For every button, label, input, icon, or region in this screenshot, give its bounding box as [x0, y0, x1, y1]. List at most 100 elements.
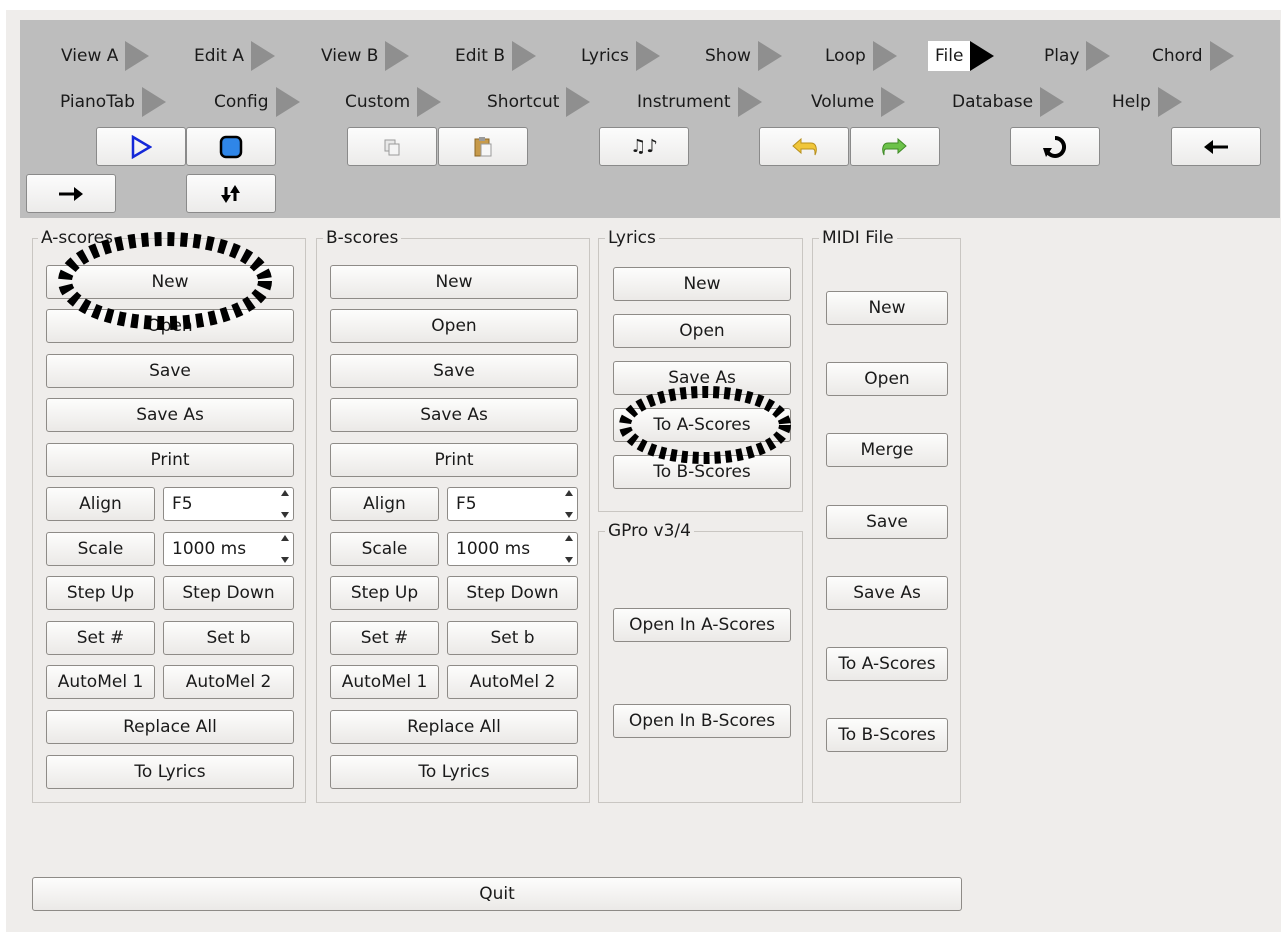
undo-button[interactable]: [759, 127, 849, 166]
midi-save-as-button[interactable]: Save As: [826, 576, 948, 610]
tab-help[interactable]: Help: [1105, 87, 1182, 117]
tab-label: Chord: [1152, 46, 1203, 66]
tab-pianotab[interactable]: PianoTab: [53, 87, 166, 117]
a-automel1-button[interactable]: AutoMel 1: [46, 665, 155, 699]
gpro-open-in-a-button[interactable]: Open In A-Scores: [613, 608, 791, 642]
tab-arrow-icon: [512, 41, 536, 71]
spin-up-icon[interactable]: [280, 535, 289, 541]
b-to-lyrics-button[interactable]: To Lyrics: [330, 755, 578, 789]
spin-up-icon[interactable]: [564, 535, 573, 541]
undo-icon: [792, 137, 817, 155]
spin-up-icon[interactable]: [280, 490, 289, 496]
gpro-group: [598, 531, 803, 803]
tab-edit-a[interactable]: Edit A: [187, 41, 275, 71]
spin-value: F5: [456, 494, 477, 514]
tab-arrow-icon: [757, 41, 782, 71]
stop-button[interactable]: [186, 127, 276, 166]
tab-label: PianoTab: [60, 92, 135, 112]
tab-config[interactable]: Config: [207, 87, 300, 117]
paste-button[interactable]: [438, 127, 528, 166]
lyrics-new-button[interactable]: New: [613, 267, 791, 301]
a-align-spinbox[interactable]: F5: [163, 487, 294, 521]
lyrics-open-button[interactable]: Open: [613, 314, 791, 348]
tab-arrow-icon: [1040, 87, 1065, 117]
a-scale-spinbox[interactable]: 1000 ms: [163, 532, 294, 566]
tab-label: Loop: [825, 46, 866, 66]
spin-up-icon[interactable]: [564, 490, 573, 496]
a-step-down-button[interactable]: Step Down: [163, 576, 294, 610]
a-print-button[interactable]: Print: [46, 443, 294, 477]
tab-show[interactable]: Show: [698, 41, 782, 71]
swap-button[interactable]: [186, 174, 276, 213]
tab-label: Instrument: [637, 92, 731, 112]
a-to-lyrics-button[interactable]: To Lyrics: [46, 755, 294, 789]
a-save-button[interactable]: Save: [46, 354, 294, 388]
reload-button[interactable]: [1010, 127, 1100, 166]
b-set-flat-button[interactable]: Set b: [447, 621, 578, 655]
midi-new-button[interactable]: New: [826, 291, 948, 325]
tab-label: Show: [705, 46, 751, 66]
b-print-button[interactable]: Print: [330, 443, 578, 477]
midi-to-b-scores-button[interactable]: To B-Scores: [826, 718, 948, 752]
play-icon: [131, 134, 152, 159]
tab-arrow-icon: [1086, 41, 1111, 71]
b-automel1-button[interactable]: AutoMel 1: [330, 665, 439, 699]
a-set-flat-button[interactable]: Set b: [163, 621, 294, 655]
b-scale-spinbox[interactable]: 1000 ms: [447, 532, 578, 566]
b-open-button[interactable]: Open: [330, 309, 578, 343]
a-replace-all-button[interactable]: Replace All: [46, 710, 294, 744]
copy-button[interactable]: [347, 127, 437, 166]
forward-button[interactable]: [26, 174, 116, 213]
a-automel2-button[interactable]: AutoMel 2: [163, 665, 294, 699]
back-button[interactable]: [1171, 127, 1261, 166]
b-step-down-button[interactable]: Step Down: [447, 576, 578, 610]
midi-to-a-scores-button[interactable]: To A-Scores: [826, 647, 948, 681]
tab-label: Edit B: [455, 46, 505, 66]
tab-chord[interactable]: Chord: [1145, 41, 1234, 71]
a-save-as-button[interactable]: Save As: [46, 398, 294, 432]
tab-file[interactable]: File: [928, 41, 995, 71]
tab-loop[interactable]: Loop: [818, 41, 897, 71]
tab-custom[interactable]: Custom: [338, 87, 442, 117]
redo-button[interactable]: [850, 127, 940, 166]
tab-edit-b[interactable]: Edit B: [448, 41, 536, 71]
midi-open-button[interactable]: Open: [826, 362, 948, 396]
tab-view-b[interactable]: View B: [314, 41, 410, 71]
tab-label: View A: [61, 46, 119, 66]
toolbar: View A Edit A View B Edit B Lyrics Show …: [20, 20, 1280, 218]
tab-database[interactable]: Database: [945, 87, 1065, 117]
tab-view-a[interactable]: View A: [54, 41, 150, 71]
b-new-button[interactable]: New: [330, 265, 578, 299]
a-scale-button[interactable]: Scale: [46, 532, 155, 566]
spin-down-icon[interactable]: [564, 512, 573, 518]
spin-down-icon[interactable]: [564, 557, 573, 563]
tab-lyrics[interactable]: Lyrics: [574, 41, 660, 71]
b-save-button[interactable]: Save: [330, 354, 578, 388]
gpro-open-in-b-button[interactable]: Open In B-Scores: [613, 704, 791, 738]
a-step-up-button[interactable]: Step Up: [46, 576, 155, 610]
tab-volume[interactable]: Volume: [804, 87, 906, 117]
b-save-as-button[interactable]: Save As: [330, 398, 578, 432]
tab-instrument[interactable]: Instrument: [630, 87, 762, 117]
b-align-spinbox[interactable]: F5: [447, 487, 578, 521]
b-align-button[interactable]: Align: [330, 487, 439, 521]
tab-play[interactable]: Play: [1037, 41, 1111, 71]
music-button[interactable]: ♫♪: [599, 127, 689, 166]
b-set-sharp-button[interactable]: Set #: [330, 621, 439, 655]
reload-icon: [1043, 135, 1067, 158]
b-scale-button[interactable]: Scale: [330, 532, 439, 566]
spin-down-icon[interactable]: [280, 512, 289, 518]
a-align-button[interactable]: Align: [46, 487, 155, 521]
midi-merge-button[interactable]: Merge: [826, 433, 948, 467]
quit-button[interactable]: Quit: [32, 877, 962, 911]
b-replace-all-button[interactable]: Replace All: [330, 710, 578, 744]
b-step-up-button[interactable]: Step Up: [330, 576, 439, 610]
spin-down-icon[interactable]: [280, 557, 289, 563]
a-set-sharp-button[interactable]: Set #: [46, 621, 155, 655]
tab-shortcut[interactable]: Shortcut: [480, 87, 591, 117]
tab-arrow-icon: [250, 41, 275, 71]
b-automel2-button[interactable]: AutoMel 2: [447, 665, 578, 699]
b-scores-title: B-scores: [323, 228, 402, 248]
midi-save-button[interactable]: Save: [826, 505, 948, 539]
play-button[interactable]: [96, 127, 186, 166]
